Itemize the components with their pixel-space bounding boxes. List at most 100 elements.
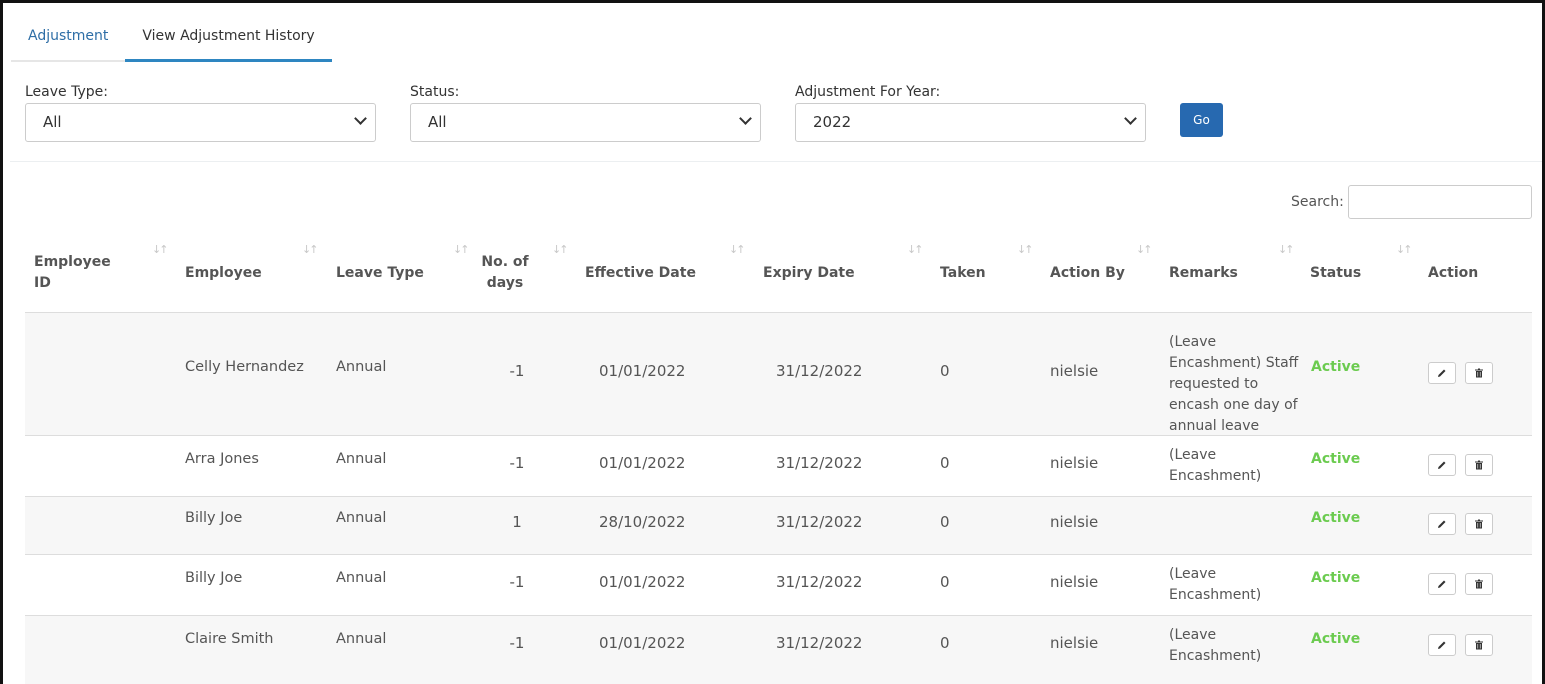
cell-action-by: nielsie <box>1050 634 1099 652</box>
cell-effective: 01/01/2022 <box>599 454 686 472</box>
cell-expiry: 31/12/2022 <box>776 362 863 380</box>
cell-days: -1 <box>509 634 525 652</box>
cell-employee: Arra Jones <box>185 451 259 467</box>
trash-icon <box>1474 640 1484 650</box>
sort-icon[interactable]: ↓↑ <box>907 243 924 256</box>
cell-taken: 0 <box>940 454 950 472</box>
cell-days: 1 <box>512 513 522 531</box>
cell-action-by: nielsie <box>1050 362 1099 380</box>
edit-button[interactable] <box>1428 513 1456 535</box>
cell-status: Active <box>1311 570 1361 586</box>
header-employee-id[interactable]: Employee ID <box>34 233 114 313</box>
leave-type-label: Leave Type: <box>25 84 108 100</box>
header-leave-type[interactable]: Leave Type <box>336 233 456 313</box>
edit-button[interactable] <box>1428 634 1456 656</box>
cell-taken: 0 <box>940 634 950 652</box>
trash-icon <box>1474 519 1484 529</box>
cell-expiry: 31/12/2022 <box>776 454 863 472</box>
cell-remarks: (Leave Encashment) <box>1169 627 1262 664</box>
header-status[interactable]: Status <box>1310 233 1390 313</box>
cell-days: -1 <box>509 573 525 591</box>
delete-button[interactable] <box>1465 513 1493 535</box>
trash-icon <box>1474 368 1484 378</box>
sort-icon[interactable]: ↓↑ <box>1278 243 1295 256</box>
go-button[interactable]: Go <box>1180 103 1223 137</box>
cell-days: -1 <box>509 454 525 472</box>
cell-status: Active <box>1311 510 1361 526</box>
search-input[interactable] <box>1348 185 1532 219</box>
status-filter-select[interactable]: All <box>410 103 761 142</box>
chevron-down-icon <box>1124 112 1137 125</box>
tab-adjustment[interactable]: Adjustment <box>11 23 126 62</box>
search-label: Search: <box>1291 194 1344 210</box>
status-filter-label: Status: <box>410 84 460 100</box>
cell-action-by: nielsie <box>1050 573 1099 591</box>
header-no-of-days[interactable]: No. of days <box>480 233 530 313</box>
cell-leave-type: Annual <box>336 510 387 526</box>
tab-bar: Adjustment View Adjustment History <box>11 23 332 62</box>
delete-button[interactable] <box>1465 454 1493 476</box>
header-action: Action <box>1428 264 1479 281</box>
sort-icon[interactable]: ↓↑ <box>552 243 569 256</box>
leave-type-value: All <box>43 113 62 131</box>
table-row: Arra Jones Annual -1 01/01/2022 31/12/2022 0 n… <box>25 436 1532 497</box>
chevron-down-icon <box>354 112 367 125</box>
sort-icon[interactable]: ↓↑ <box>1017 243 1034 256</box>
table-header: Employee ID ↓↑ Employee ↓↑ Leave Type ↓↑… <box>25 233 1532 313</box>
sort-icon[interactable]: ↓↑ <box>152 243 169 256</box>
header-remarks[interactable]: Remarks <box>1169 233 1269 313</box>
year-filter-label: Adjustment For Year: <box>795 84 941 100</box>
cell-remarks: (Leave Encashment) <box>1169 447 1262 484</box>
pencil-icon <box>1437 519 1447 529</box>
edit-button[interactable] <box>1428 573 1456 595</box>
leave-type-select[interactable]: All <box>25 103 376 142</box>
cell-status: Active <box>1311 451 1361 467</box>
cell-status: Active <box>1311 631 1361 647</box>
sort-icon[interactable]: ↓↑ <box>729 243 746 256</box>
pencil-icon <box>1437 368 1447 378</box>
cell-employee: Billy Joe <box>185 510 243 526</box>
sort-icon[interactable]: ↓↑ <box>302 243 319 256</box>
cell-effective: 01/01/2022 <box>599 634 686 652</box>
cell-employee: Celly Hernandez <box>185 359 304 375</box>
sort-icon[interactable]: ↓↑ <box>453 243 470 256</box>
delete-button[interactable] <box>1465 634 1493 656</box>
cell-expiry: 31/12/2022 <box>776 513 863 531</box>
cell-taken: 0 <box>940 362 950 380</box>
table-row: Celly Hernandez Annual -1 01/01/2022 31/12/2… <box>25 313 1532 436</box>
header-effective-date[interactable]: Effective Date <box>585 233 715 313</box>
edit-button[interactable] <box>1428 362 1456 384</box>
cell-taken: 0 <box>940 513 950 531</box>
cell-leave-type: Annual <box>336 451 387 467</box>
cell-status: Active <box>1311 359 1361 375</box>
cell-leave-type: Annual <box>336 359 387 375</box>
tab-view-adjustment-history[interactable]: View Adjustment History <box>125 23 332 62</box>
cell-employee: Claire Smith <box>185 631 274 647</box>
pencil-icon <box>1437 579 1447 589</box>
year-filter-value: 2022 <box>813 113 852 131</box>
edit-button[interactable] <box>1428 454 1456 476</box>
cell-effective: 28/10/2022 <box>599 513 686 531</box>
cell-leave-type: Annual <box>336 631 387 647</box>
cell-days: -1 <box>509 362 525 380</box>
header-employee[interactable]: Employee <box>185 233 305 313</box>
cell-effective: 01/01/2022 <box>599 573 686 591</box>
delete-button[interactable] <box>1465 362 1493 384</box>
status-filter-value: All <box>428 113 447 131</box>
page-frame: Adjustment View Adjustment History Leave… <box>0 0 1545 684</box>
header-taken[interactable]: Taken <box>940 233 1020 313</box>
trash-icon <box>1474 579 1484 589</box>
cell-remarks: (Leave Encashment) <box>1169 566 1262 603</box>
trash-icon <box>1474 460 1484 470</box>
delete-button[interactable] <box>1465 573 1493 595</box>
cell-action-by: nielsie <box>1050 454 1099 472</box>
year-filter-select[interactable]: 2022 <box>795 103 1146 142</box>
header-action-by[interactable]: Action By <box>1050 233 1150 313</box>
cell-employee: Billy Joe <box>185 570 243 586</box>
sort-icon[interactable]: ↓↑ <box>1136 243 1153 256</box>
sort-icon[interactable]: ↓↑ <box>1396 243 1413 256</box>
cell-remarks: (Leave Encashment) Staff requested to en… <box>1169 334 1299 434</box>
cell-leave-type: Annual <box>336 570 387 586</box>
table-row: Claire Smith Annual -1 01/01/2022 31/12/2022… <box>25 616 1532 684</box>
header-expiry-date[interactable]: Expiry Date <box>763 233 893 313</box>
